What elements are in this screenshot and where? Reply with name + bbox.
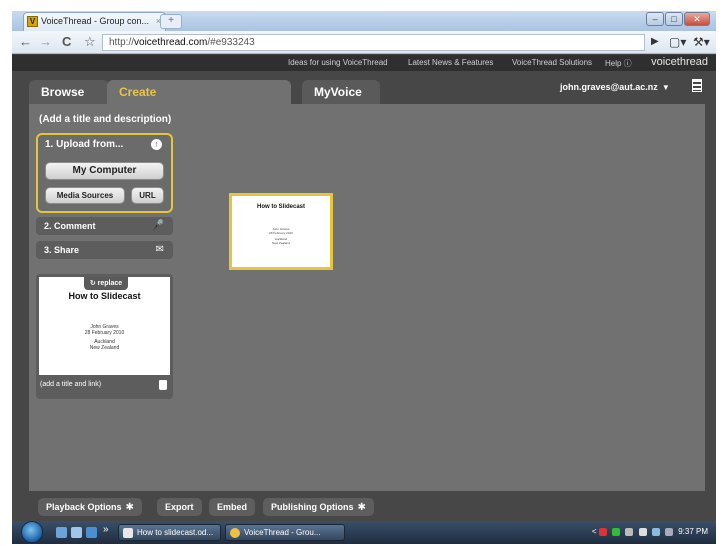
gear-icon: ✱ xyxy=(357,502,366,513)
tray-icon[interactable] xyxy=(612,527,621,536)
browser-titlebar: V VoiceThread - Group con... × + – □ ✕ xyxy=(12,11,716,31)
network-icon[interactable] xyxy=(651,527,660,536)
upload-section: 1. Upload from... ↑ My Computer Media So… xyxy=(36,133,173,213)
playback-label: Playback Options xyxy=(46,502,122,512)
explorer-icon[interactable] xyxy=(71,527,82,538)
help-link[interactable]: Help ⓘ xyxy=(605,58,632,69)
new-tab-button[interactable]: + xyxy=(160,14,182,29)
list-icon[interactable] xyxy=(692,79,702,92)
comment-step-label: 2. Comment xyxy=(44,221,96,231)
solutions-link[interactable]: VoiceThread Solutions xyxy=(512,58,592,67)
play-icon[interactable]: ▶ xyxy=(651,35,659,49)
news-link[interactable]: Latest News & Features xyxy=(408,58,493,67)
chrome-icon xyxy=(230,528,240,538)
user-email: john.graves@aut.ac.nz xyxy=(560,82,658,92)
url-input[interactable]: http://voicethread.com/#e933243 xyxy=(102,34,645,51)
os-taskbar: » How to slidecast.od... VoiceThread - G… xyxy=(12,521,716,544)
tray-icon[interactable] xyxy=(625,527,634,536)
tray-icon[interactable] xyxy=(598,527,607,536)
create-panel: (Add a title and description) 1. Upload … xyxy=(29,104,705,491)
show-desktop-icon[interactable] xyxy=(56,527,67,538)
reload-icon[interactable]: C xyxy=(62,35,71,49)
microphone-icon: 🎤 xyxy=(151,220,164,231)
slide-card[interactable]: How to Slidecast John Graves 28 February… xyxy=(36,274,173,399)
embed-button[interactable]: Embed xyxy=(209,498,256,516)
slide-thumbnail[interactable]: How to Slidecast John Graves 28 February… xyxy=(39,277,170,375)
vt-top-nav: Ideas for using VoiceThread Latest News … xyxy=(12,55,716,71)
browser-tab[interactable]: V VoiceThread - Group con... × xyxy=(23,12,166,31)
upload-heading[interactable]: 1. Upload from... xyxy=(45,139,123,150)
publishing-options-button[interactable]: Publishing Options ✱ xyxy=(263,498,374,516)
system-tray: < 9:37 PM xyxy=(592,527,708,536)
start-button-icon[interactable] xyxy=(21,521,43,543)
url-button[interactable]: URL xyxy=(131,187,164,204)
page-menu-icon[interactable]: ▢▾ xyxy=(669,35,686,49)
grid-slide-date: 28 February 2010 xyxy=(269,231,293,235)
voicethread-app: Ideas for using VoiceThread Latest News … xyxy=(12,55,716,521)
grid-slide-place-2: New Zealand xyxy=(272,241,290,245)
screen-frame: V VoiceThread - Group con... × + – □ ✕ ←… xyxy=(12,11,716,544)
ideas-link[interactable]: Ideas for using VoiceThread xyxy=(288,58,388,67)
tab-title: VoiceThread - Group con... xyxy=(41,16,150,26)
window-controls: – □ ✕ xyxy=(646,12,710,26)
tab-browse[interactable]: Browse xyxy=(29,80,109,104)
add-title-description[interactable]: (Add a title and description) xyxy=(39,114,171,125)
upload-arrow-icon: ↑ xyxy=(151,139,162,150)
back-icon[interactable]: ← xyxy=(19,35,32,49)
minimize-icon[interactable]: – xyxy=(646,12,664,26)
voicethread-logo[interactable]: voicethread xyxy=(651,56,708,68)
maximize-icon[interactable]: □ xyxy=(665,12,683,26)
taskbar-item-slidecast[interactable]: How to slidecast.od... xyxy=(118,524,221,541)
browser-toolbar: ← → C ☆ http://voicethread.com/#e933243 … xyxy=(12,31,716,54)
comment-step[interactable]: 2. Comment 🎤 xyxy=(36,217,173,235)
grid-slide-title: How to Slidecast xyxy=(256,204,305,210)
tab-myvoice[interactable]: MyVoice xyxy=(302,80,380,104)
wrench-menu-icon[interactable]: ⚒▾ xyxy=(693,35,710,49)
voicethread-favicon-icon: V xyxy=(27,16,38,27)
volume-icon[interactable] xyxy=(664,527,673,536)
taskbar-item-voicethread[interactable]: VoiceThread - Grou... xyxy=(225,524,345,541)
tray-expand-icon[interactable]: < xyxy=(592,527,597,536)
taskbar-item-slidecast-label: How to slidecast.od... xyxy=(137,528,214,537)
tab-create[interactable]: Create xyxy=(107,80,291,104)
export-button[interactable]: Export xyxy=(157,498,202,516)
clock[interactable]: 9:37 PM xyxy=(678,527,708,536)
chevron-down-icon: ▼ xyxy=(661,83,670,92)
gear-icon: ✱ xyxy=(125,502,134,513)
tray-icon[interactable] xyxy=(638,527,647,536)
replace-label: replace xyxy=(97,280,123,287)
user-menu[interactable]: john.graves@aut.ac.nz ▼ xyxy=(560,79,702,92)
media-player-icon[interactable] xyxy=(86,527,97,538)
slide-place-2: New Zealand xyxy=(89,345,120,351)
document-icon xyxy=(123,528,133,538)
bookmark-star-icon[interactable]: ☆ xyxy=(84,35,96,49)
chevron-right-icon[interactable]: » xyxy=(103,524,109,535)
replace-button[interactable]: ↻ replace xyxy=(84,277,128,290)
taskbar-item-voicethread-label: VoiceThread - Grou... xyxy=(244,528,321,537)
forward-icon[interactable]: → xyxy=(39,35,52,49)
my-computer-button[interactable]: My Computer xyxy=(45,162,164,180)
window-close-icon[interactable]: ✕ xyxy=(684,12,710,26)
url-path: /#e933243 xyxy=(207,37,255,48)
replace-icon: ↻ xyxy=(89,280,96,287)
slide-date: 28 February 2010 xyxy=(84,330,125,336)
slide-caption-link[interactable]: (add a title and link) xyxy=(40,381,101,388)
url-host: voicethread.com xyxy=(134,37,208,48)
share-step[interactable]: 3. Share ✉ xyxy=(36,241,173,259)
share-step-label: 3. Share xyxy=(44,245,80,255)
grid-slide-thumbnail[interactable]: How to Slidecast John Graves 28 February… xyxy=(229,193,333,270)
playback-options-button[interactable]: Playback Options ✱ xyxy=(38,498,142,516)
media-sources-button[interactable]: Media Sources xyxy=(45,187,125,204)
url-prefix: http:// xyxy=(109,37,135,48)
slide-title: How to Slidecast xyxy=(68,291,141,301)
bottom-toolbar: Playback Options ✱ Export Embed Publishin… xyxy=(12,491,716,521)
envelope-icon: ✉ xyxy=(155,244,164,255)
trash-icon[interactable] xyxy=(159,380,167,390)
publishing-label: Publishing Options xyxy=(271,502,354,512)
